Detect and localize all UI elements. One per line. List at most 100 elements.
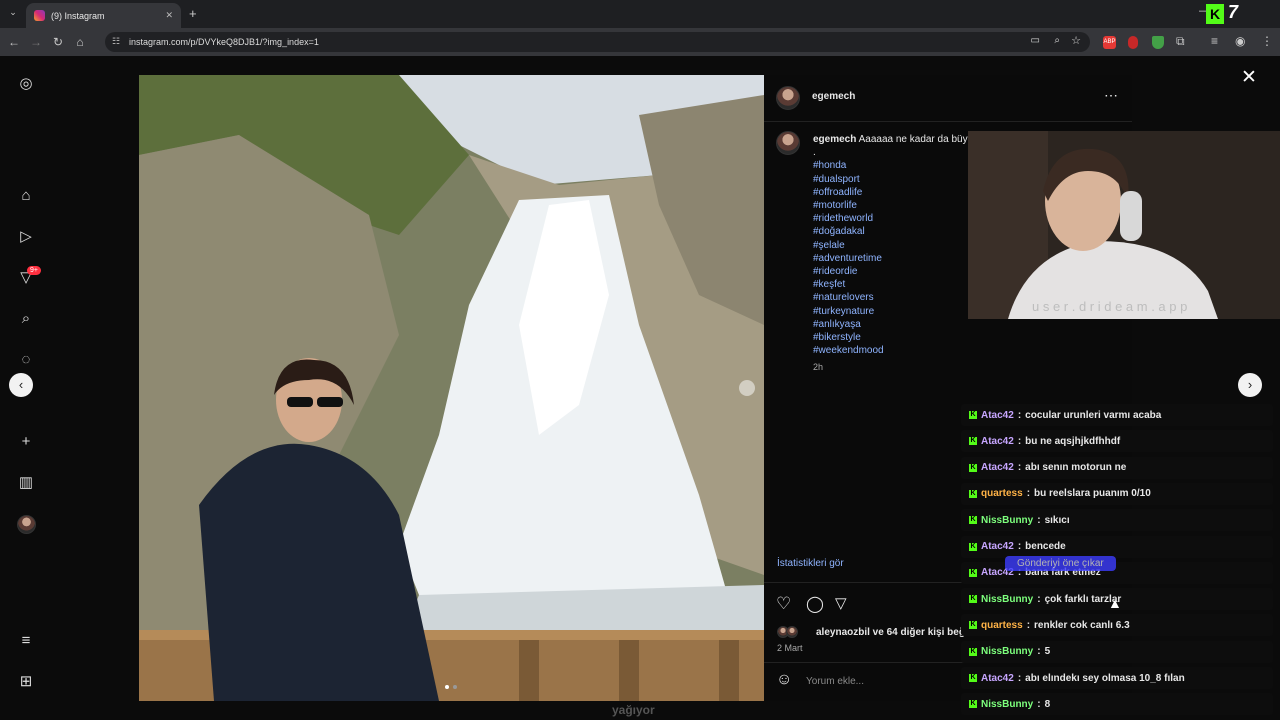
kick-badge-icon: K: [969, 542, 977, 551]
caption-text: Aaaaaa ne kadar da büy: [858, 134, 968, 145]
comment-icon[interactable]: ◯: [806, 594, 824, 614]
browser-tab-strip: ⌄ (9) Instagram ✕ + — K 7: [0, 0, 1280, 28]
address-bar[interactable]: ☷ instagram.com/p/DVYkeQ8DJB1/?img_index…: [105, 32, 1090, 52]
chat-separator: :: [1017, 435, 1022, 447]
forward-icon[interactable]: →: [28, 35, 44, 49]
reading-list-icon[interactable]: ≡: [1211, 34, 1218, 48]
mouse-cursor-icon: ▲: [1108, 595, 1122, 611]
chat-message: K Atac42: abı senın motorun ne: [961, 456, 1273, 479]
chat-message: K NissBunny: sıkıcı: [961, 509, 1273, 532]
extension-record-icon[interactable]: [1128, 36, 1138, 49]
home-nav-icon[interactable]: ⌂: [17, 187, 35, 205]
back-icon[interactable]: ←: [6, 35, 22, 49]
chat-text: bu ne aqsjhjkdfhhdf: [1025, 435, 1121, 447]
author-avatar[interactable]: [776, 86, 800, 110]
url-text: instagram.com/p/DVYkeQ8DJB1/?img_index=1: [129, 37, 319, 47]
caption-avatar[interactable]: [776, 131, 800, 155]
chat-username: Atac42: [981, 409, 1014, 421]
chat-text: cocular urunleri varmı acaba: [1025, 409, 1162, 421]
chat-separator: :: [1026, 619, 1031, 631]
site-info-icon[interactable]: ☷: [112, 36, 120, 47]
close-modal-icon[interactable]: ✕: [1241, 66, 1257, 89]
dashboard-nav-icon[interactable]: ▥: [17, 474, 35, 492]
browser-menu-icon[interactable]: ⋮: [1261, 34, 1273, 48]
author-username[interactable]: egemech: [812, 91, 855, 102]
liker-avatar: [786, 626, 798, 638]
post-photo[interactable]: [139, 75, 764, 701]
chat-text: abı elındekı sey olmasa 10_8 fılan: [1025, 672, 1185, 684]
next-post-button[interactable]: ›: [1238, 373, 1262, 397]
comment-input[interactable]: Yorum ekle...: [806, 676, 864, 687]
explore-nav-icon[interactable]: ◌: [17, 351, 35, 369]
new-tab-button[interactable]: +: [189, 6, 197, 21]
previous-post-button[interactable]: ‹: [9, 373, 33, 397]
notification-badge: 9+: [27, 266, 41, 275]
hashtag-link[interactable]: #bikerstyle: [813, 331, 1013, 344]
install-icon[interactable]: ▭: [1031, 35, 1040, 46]
chat-separator: :: [1017, 462, 1022, 474]
chat-message: K Atac42: abı elındekı sey olmasa 10_8 fıl…: [961, 667, 1273, 689]
chat-username: NissBunny: [981, 514, 1034, 526]
webcam-illustration: [968, 131, 1280, 319]
chat-text: 8: [1044, 698, 1051, 710]
more-menu-icon[interactable]: ≡: [17, 632, 35, 650]
caption-username[interactable]: egemech: [813, 134, 856, 145]
kick-badge-icon: K: [969, 674, 977, 682]
webcam-watermark: u s e r . d r i d e a m . a p p: [1032, 299, 1188, 314]
chat-username: Atac42: [981, 462, 1014, 474]
chat-message: K NissBunny:5: [961, 640, 1273, 663]
chat-separator: :: [1017, 672, 1022, 684]
chat-username: Atac42: [981, 541, 1014, 552]
more-options-icon[interactable]: ⋯: [1104, 87, 1118, 104]
extension-abp-icon[interactable]: ABP: [1103, 36, 1116, 49]
share-icon[interactable]: ▽: [835, 594, 847, 612]
emoji-icon[interactable]: ☺: [776, 671, 792, 689]
like-heart-icon[interactable]: ♡: [776, 594, 791, 614]
hashtag-link[interactable]: #anlıkyaşa: [813, 318, 1013, 331]
bookmark-star-icon[interactable]: ☆: [1071, 34, 1081, 47]
instagram-favicon-icon: [34, 10, 45, 21]
reload-icon[interactable]: ↻: [50, 35, 66, 49]
hashtag-link[interactable]: #weekendmood: [813, 344, 1013, 357]
view-insights-link[interactable]: İstatistikleri gör: [777, 558, 844, 569]
chat-text: abı senın motorun ne: [1025, 462, 1127, 474]
waterfall-photo-illustration: [139, 75, 764, 701]
chat-separator: :: [1037, 514, 1041, 526]
chat-separator: :: [1017, 541, 1022, 552]
chat-separator: :: [1037, 646, 1041, 658]
chat-text: 5: [1044, 646, 1051, 658]
profile-icon[interactable]: ◉: [1235, 34, 1245, 48]
search-nav-icon[interactable]: ⌕: [17, 310, 35, 328]
chat-username: NissBunny: [981, 593, 1034, 605]
kick-badge-icon: K: [969, 437, 977, 446]
kick-badge-icon: K: [969, 411, 977, 419]
apps-grid-icon[interactable]: ⊞: [17, 673, 35, 691]
chat-separator: :: [1037, 593, 1041, 605]
chat-username: quartess: [981, 488, 1023, 500]
home-icon[interactable]: ⌂: [72, 35, 88, 49]
extension-shield-icon[interactable]: [1152, 36, 1164, 49]
chat-username: NissBunny: [981, 698, 1034, 710]
chat-text: bu reelslara puanım 0/10: [1034, 488, 1151, 500]
post-time-ago: 2h: [813, 362, 824, 373]
kick-badge-icon: K: [969, 595, 977, 604]
tab-instagram[interactable]: (9) Instagram ✕: [26, 3, 181, 28]
kick-badge-icon: K: [969, 463, 977, 472]
streamer-webcam: u s e r . d r i d e a m . a p p: [968, 131, 1280, 319]
stream-subtitle: yağıyor: [612, 703, 655, 717]
create-nav-icon[interactable]: +: [17, 433, 35, 451]
chat-text: renkler cok canlı 6.3: [1034, 619, 1130, 631]
close-tab-icon[interactable]: ✕: [165, 10, 173, 21]
chat-message: K Atac42: cocular urunleri varmı acaba: [961, 404, 1273, 426]
profile-nav-avatar[interactable]: [17, 515, 36, 534]
chat-text: sıkıcı: [1044, 514, 1070, 526]
post-date: 2 Mart: [777, 643, 803, 653]
kick-badge-icon: K: [969, 621, 977, 630]
tab-title: (9) Instagram: [51, 10, 105, 21]
chat-username: Atac42: [981, 672, 1014, 684]
extensions-puzzle-icon[interactable]: ⧉: [1176, 34, 1185, 49]
tab-search-button[interactable]: ⌄: [6, 7, 20, 21]
reels-nav-icon[interactable]: ▷: [17, 228, 35, 246]
instagram-logo-icon[interactable]: ◎: [17, 75, 35, 93]
zoom-icon[interactable]: ⌕: [1054, 35, 1060, 46]
